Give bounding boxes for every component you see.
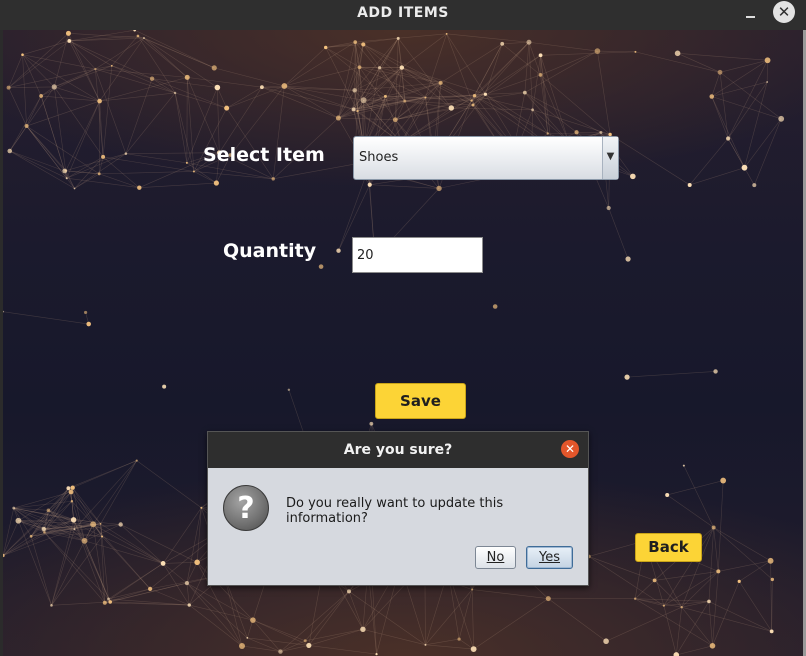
chevron-down-icon[interactable]: ▼ bbox=[602, 137, 618, 179]
confirm-dialog: Are you sure? ✕ ? Do you really want to … bbox=[207, 431, 589, 586]
dialog-message: Do you really want to update this inform… bbox=[286, 496, 504, 526]
quantity-field-box bbox=[352, 237, 483, 273]
select-item-label: Select Item bbox=[203, 144, 325, 166]
question-icon: ? bbox=[223, 485, 269, 531]
no-button[interactable]: No bbox=[475, 546, 516, 569]
select-item-value: Shoes bbox=[359, 150, 399, 165]
minimize-icon[interactable] bbox=[742, 4, 760, 22]
quantity-label: Quantity bbox=[223, 240, 317, 262]
yes-button[interactable]: Yes bbox=[526, 546, 573, 569]
quantity-input[interactable] bbox=[353, 238, 477, 272]
window-title-bar: ADD ITEMS ✕ bbox=[0, 0, 806, 30]
window-title: ADD ITEMS bbox=[357, 5, 449, 21]
dialog-title: Are you sure? bbox=[208, 432, 588, 468]
back-button[interactable]: Back bbox=[635, 533, 702, 562]
save-button[interactable]: Save bbox=[375, 383, 466, 419]
window-close-icon[interactable]: ✕ bbox=[773, 1, 795, 23]
select-item-dropdown[interactable]: Shoes ▼ bbox=[353, 136, 619, 180]
dialog-close-icon[interactable]: ✕ bbox=[561, 440, 579, 458]
